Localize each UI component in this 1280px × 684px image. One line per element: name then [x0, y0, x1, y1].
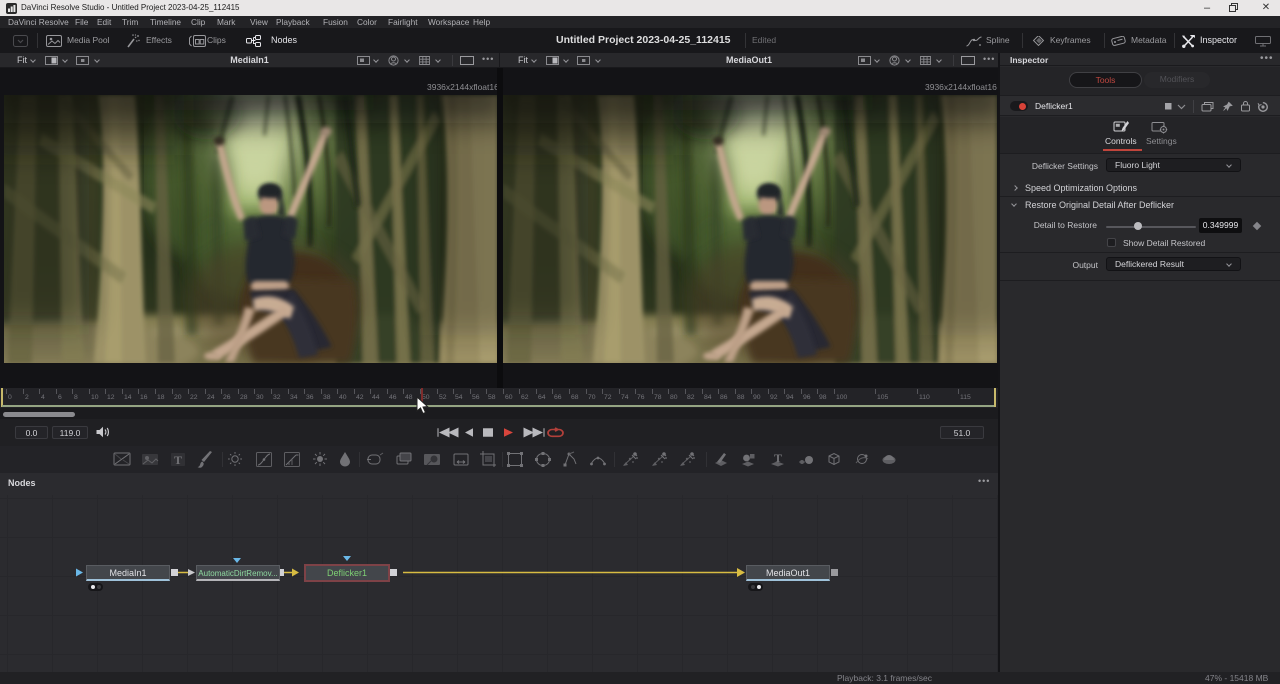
- svg-text:T: T: [174, 453, 182, 467]
- svg-text:T: T: [774, 451, 782, 465]
